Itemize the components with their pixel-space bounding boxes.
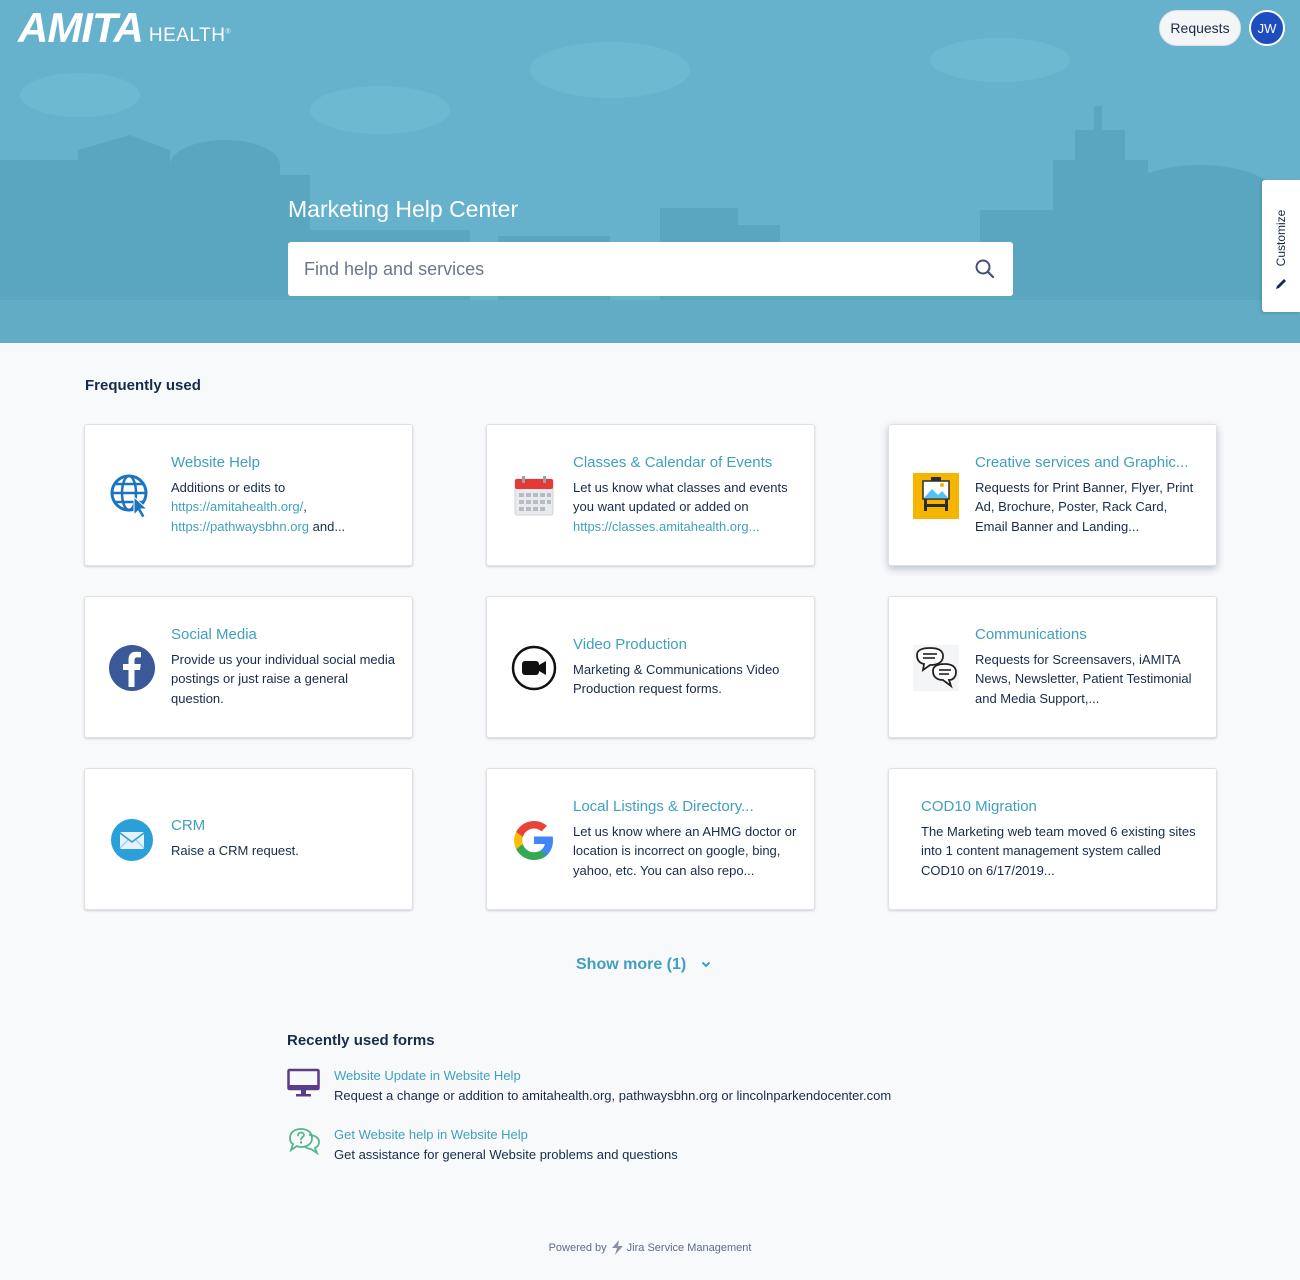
search-box	[288, 242, 1013, 296]
card-description: Additions or edits to https://amitahealt…	[171, 479, 346, 534]
card-title: Creative services and Graphic...	[975, 453, 1189, 471]
question-chat-icon	[289, 1128, 320, 1155]
envelope-icon	[111, 819, 153, 861]
show-more-button[interactable]: Show more (1)	[576, 956, 712, 974]
easel-image-icon	[913, 473, 959, 519]
card-description: The Marketing web team moved 6 existing …	[921, 823, 1196, 878]
customize-tab[interactable]: Customize	[1262, 180, 1300, 312]
card-classes-calendar[interactable]: Classes & Calendar of Events Let us know…	[486, 424, 815, 566]
logo-wordmark: AMITA	[18, 4, 144, 51]
card-description: Marketing & Communications Video Product…	[573, 661, 780, 697]
user-avatar[interactable]: JW	[1249, 10, 1285, 46]
google-icon	[514, 821, 553, 860]
amitahealth-link[interactable]: https://amitahealth.org/	[171, 499, 303, 514]
recent-form-get-website-help[interactable]: Get Website help in Website Help Get ass…	[287, 1127, 987, 1167]
card-description: Provide us your individual social media …	[171, 651, 396, 706]
card-social-media[interactable]: Social Media Provide us your individual …	[84, 596, 413, 738]
card-cod10-migration[interactable]: COD10 Migration The Marketing web team m…	[888, 768, 1217, 910]
logo-subtitle: HEALTH®	[148, 25, 232, 46]
jira-service-management-link[interactable]: Jira Service Management	[627, 1242, 752, 1254]
card-local-listings[interactable]: Local Listings & Directory... Let us kno…	[486, 768, 815, 910]
recent-forms-heading: Recently used forms	[287, 1032, 435, 1049]
show-more-label: Show more (1)	[576, 956, 687, 973]
powered-by-label: Powered by	[548, 1241, 607, 1254]
card-description: Requests for Screensavers, iAMITA News, …	[975, 651, 1192, 706]
video-camera-icon	[511, 645, 557, 691]
card-description: Let us know what classes and events you …	[573, 479, 788, 534]
classes-link[interactable]: https://classes.amitahealth.org...	[573, 519, 759, 534]
card-title: Classes & Calendar of Events	[573, 453, 773, 471]
pathwaysbhn-link[interactable]: https://pathwaysbhn.org	[171, 519, 309, 534]
customize-label: Customize	[1274, 209, 1288, 267]
page-title: Marketing Help Center	[288, 196, 519, 222]
card-title: COD10 Migration	[921, 797, 1037, 815]
card-communications[interactable]: Communications Requests for Screensavers…	[888, 596, 1217, 738]
card-description: Raise a CRM request.	[171, 843, 299, 859]
chevron-down-icon	[702, 962, 711, 968]
chat-bubbles-icon	[913, 645, 959, 691]
card-title: Communications	[975, 625, 1087, 643]
recent-form-description: Request a change or addition to amitahea…	[334, 1088, 892, 1103]
card-description: Requests for Print Banner, Flyer, Print …	[975, 479, 1194, 534]
card-title: CRM	[171, 817, 206, 835]
requests-button[interactable]: Requests	[1159, 10, 1241, 46]
amita-health-logo[interactable]: AMITA HEALTH®	[18, 4, 232, 51]
search-input[interactable]	[288, 242, 968, 296]
calendar-icon	[514, 476, 554, 516]
jira-bolt-icon	[611, 1240, 623, 1255]
recent-form-title[interactable]: Get Website help in Website Help	[334, 1127, 528, 1142]
globe-cursor-icon	[110, 474, 149, 519]
card-title: Social Media	[171, 625, 257, 643]
card-video-production[interactable]: Video Production Marketing & Communicati…	[486, 596, 815, 738]
card-title: Website Help	[171, 453, 260, 471]
frequently-used-heading: Frequently used	[85, 377, 201, 394]
recent-form-description: Get assistance for general Website probl…	[334, 1147, 678, 1162]
monitor-icon	[287, 1068, 320, 1097]
facebook-icon	[109, 645, 155, 691]
header-banner: AMITA HEALTH® Requests JW Customize Mark…	[0, 0, 1300, 343]
card-creative-services[interactable]: Creative services and Graphic... Request…	[888, 424, 1217, 566]
pencil-icon	[1276, 279, 1286, 289]
search-icon[interactable]	[974, 258, 996, 280]
recent-form-title[interactable]: Website Update in Website Help	[334, 1068, 521, 1083]
card-title: Video Production	[573, 635, 687, 653]
recent-form-website-update[interactable]: Website Update in Website Help Request a…	[287, 1068, 987, 1108]
card-title: Local Listings & Directory...	[573, 797, 754, 815]
footer: Powered by Jira Service Management	[0, 1240, 1300, 1255]
card-website-help[interactable]: Website Help Additions or edits to https…	[84, 424, 413, 566]
card-crm[interactable]: CRM Raise a CRM request.	[84, 768, 413, 910]
card-description: Let us know where an AHMG doctor or loca…	[573, 823, 797, 878]
